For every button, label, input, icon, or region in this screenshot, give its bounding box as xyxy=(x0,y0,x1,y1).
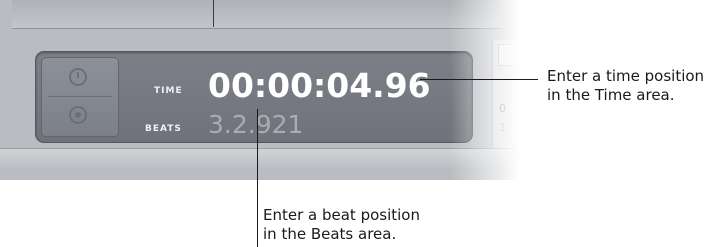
right-edge-value-0: 0 xyxy=(499,102,506,115)
beats-label: BEATS xyxy=(145,124,182,134)
time-callout: Enter a time position in the Time area. xyxy=(547,67,704,105)
right-edge-tab[interactable] xyxy=(498,44,520,66)
clock-icon xyxy=(69,68,87,86)
beats-callout-line-1: Enter a beat position xyxy=(263,206,420,224)
time-label: TIME xyxy=(154,86,183,96)
top-track xyxy=(12,0,502,29)
panel-divider xyxy=(48,96,112,97)
bottom-band xyxy=(0,148,520,169)
time-callout-line-1: Enter a time position xyxy=(547,67,705,85)
lcd-mode-panel[interactable] xyxy=(41,57,119,137)
beats-callout: Enter a beat position in the Beats area. xyxy=(263,206,420,244)
beats-callout-line-2: in the Beats area. xyxy=(263,225,397,243)
beats-value-field[interactable]: 3.2.921 xyxy=(208,110,303,139)
playhead-marker xyxy=(213,0,214,27)
lcd-display: TIME 00:00:04.96 BEATS 3.2.921 xyxy=(35,51,473,143)
beats-callout-line xyxy=(257,109,258,247)
right-edge-value-1: 1 xyxy=(499,121,506,134)
beat-note-icon xyxy=(69,106,87,124)
time-callout-line-2: in the Time area. xyxy=(547,86,675,104)
screenshot-region: TIME 00:00:04.96 BEATS 3.2.921 0 1 xyxy=(0,0,520,180)
time-value-field[interactable]: 00:00:04.96 xyxy=(208,66,431,105)
time-callout-line xyxy=(420,79,538,80)
right-edge-panel: 0 1 xyxy=(492,40,520,148)
